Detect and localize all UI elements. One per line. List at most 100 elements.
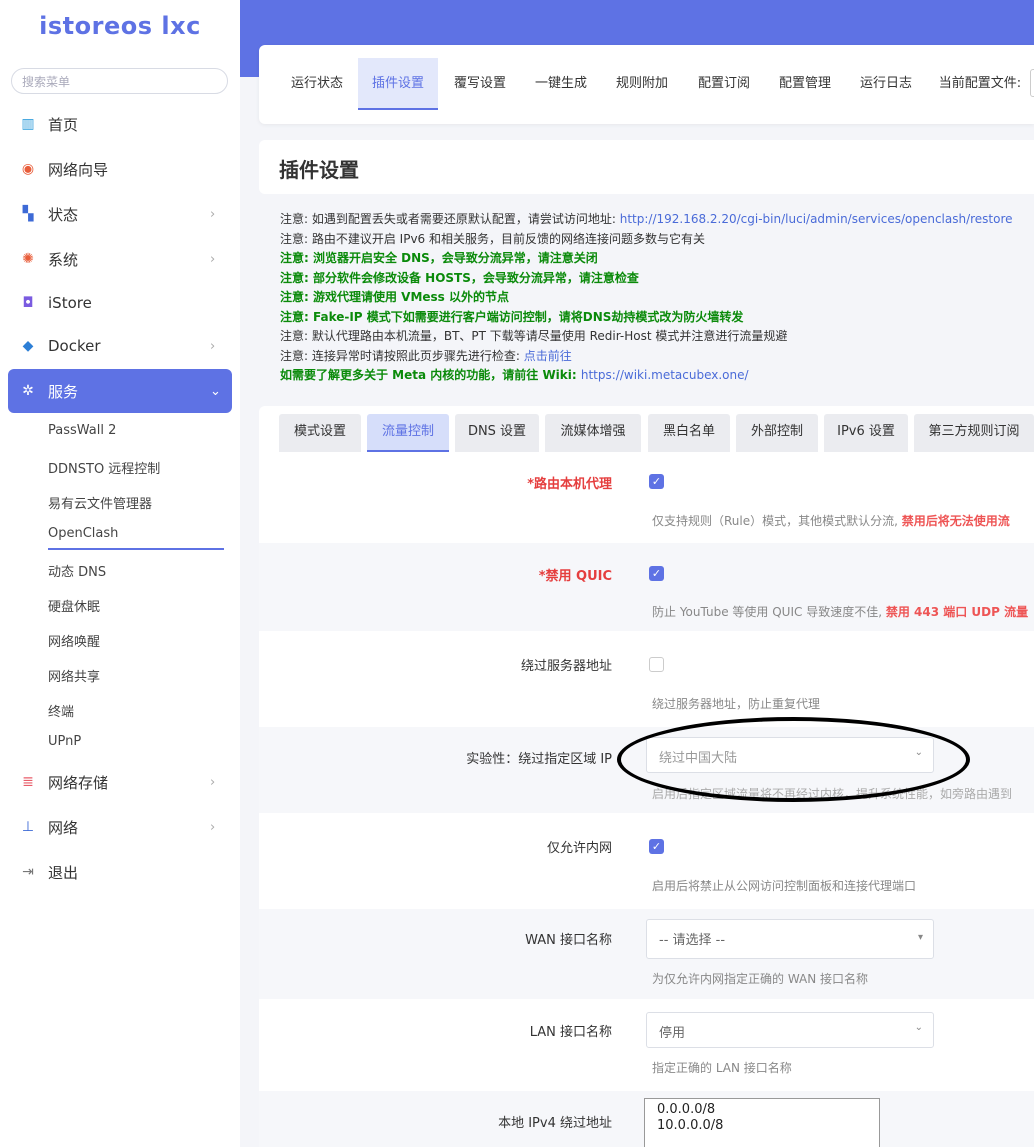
tab-streaming[interactable]: 流媒体增强 <box>545 414 641 452</box>
lan-interface-label: LAN 接口名称 <box>529 1025 612 1040</box>
sidebar-item-network-wizard[interactable]: ◉ 网络向导 <box>8 147 232 191</box>
bypass-region-select[interactable]: 绕过中国大陆 ⌄ <box>646 737 934 773</box>
caret-down-icon: ▾ <box>917 932 923 943</box>
sidebar-item-home[interactable]: ▥ 首页 <box>8 102 232 146</box>
setting-wan-interface: WAN 接口名称 -- 请选择 -- ▾ 为仅允许内网指定正确的 WAN 接口名称 <box>259 909 1034 999</box>
tab-override-settings[interactable]: 覆写设置 <box>440 58 520 110</box>
settings-subtabs: 模式设置 流量控制 DNS 设置 流媒体增强 黑白名单 外部控制 IPv6 设置… <box>259 406 1034 453</box>
menu-search-input[interactable]: 搜索菜单 <box>11 68 228 94</box>
restore-link[interactable]: http://192.168.2.20/cgi-bin/luci/admin/s… <box>620 212 1013 226</box>
config-file-select[interactable] <box>1030 69 1034 97</box>
grid-icon: ▚ <box>22 206 34 222</box>
notice-hosts: 注意: 部分软件会修改设备 HOSTS，会导致分流异常，请注意检查 <box>280 270 639 285</box>
sidebar-item-services[interactable]: ✲ 服务 ⌄ <box>8 369 232 413</box>
tab-run-log[interactable]: 运行日志 <box>846 58 926 110</box>
lan-interface-select[interactable]: 停用 ⌄ <box>646 1012 934 1048</box>
services-icon: ✲ <box>22 383 34 399</box>
route-local-checkbox[interactable]: ✓ <box>649 474 664 489</box>
tab-black-white-list[interactable]: 黑白名单 <box>648 414 730 452</box>
sidebar-item-logout[interactable]: ⇥ 退出 <box>8 850 232 894</box>
sidebar-item-label: 服务 <box>48 382 79 401</box>
wan-interface-label: WAN 接口名称 <box>525 933 612 948</box>
app-logo[interactable]: istoreos lxc <box>0 12 240 40</box>
sidebar-item-nas[interactable]: ≣ 网络存储 › <box>8 760 232 804</box>
wan-interface-help: 为仅允许内网指定正确的 WAN 接口名称 <box>652 972 869 986</box>
setting-ipv4-bypass: 本地 IPv4 绕过地址 0.0.0.0/8 10.0.0.0/8 <box>259 1091 1034 1147</box>
tab-external-control[interactable]: 外部控制 <box>736 414 818 452</box>
notice-game-proxy: 注意: 游戏代理请使用 VMess 以外的节点 <box>280 290 509 304</box>
chevron-right-icon: › <box>210 819 216 835</box>
tab-running-status[interactable]: 运行状态 <box>277 58 357 110</box>
tab-third-party-rules[interactable]: 第三方规则订阅 <box>914 414 1034 452</box>
lan-only-checkbox[interactable]: ✓ <box>649 839 664 854</box>
chevron-down-icon: ⌄ <box>914 1022 923 1033</box>
wiki-link[interactable]: https://wiki.metacubex.one/ <box>581 368 749 382</box>
current-config-label: 当前配置文件: <box>938 76 1022 91</box>
sidebar-item-label: 网络向导 <box>48 160 109 179</box>
dashboard-icon: ▥ <box>21 116 35 132</box>
submenu-item-linkease[interactable]: 易有云文件管理器 <box>48 493 152 512</box>
disable-quic-checkbox[interactable]: ✓ <box>649 566 664 581</box>
notice-troubleshoot: 注意: 连接异常时请按照此页步骤先进行检查: 点击前往 <box>280 348 572 363</box>
chevron-right-icon: › <box>210 206 216 222</box>
sidebar-item-istore[interactable]: ◘ iStore <box>8 281 232 325</box>
notice-list: 注意: 如遇到配置丢失或者需要还原默认配置，请尝试访问地址: http://19… <box>280 210 1034 386</box>
sidebar-item-system[interactable]: ✺ 系统 › <box>8 237 232 281</box>
sidebar-item-label: iStore <box>48 294 92 312</box>
sidebar-item-label: 退出 <box>48 863 79 882</box>
sidebar-item-docker[interactable]: ◆ Docker › <box>8 324 232 368</box>
chevron-down-icon: ⌄ <box>914 747 923 758</box>
tab-config-manage[interactable]: 配置管理 <box>765 58 845 110</box>
bypass-region-help: 启用后指定区域流量将不再经过内核，提升系统性能，如旁路由遇到 <box>652 787 1013 801</box>
submenu-item-samba[interactable]: 网络共享 <box>48 666 100 685</box>
chevron-down-icon: ⌄ <box>210 383 221 399</box>
submenu-item-terminal[interactable]: 终端 <box>48 701 74 720</box>
sidebar-item-label: 状态 <box>48 205 79 224</box>
sidebar-item-label: 网络 <box>48 818 79 837</box>
chevron-right-icon: › <box>210 251 216 267</box>
sidebar-item-network[interactable]: ⊥ 网络 › <box>8 805 232 849</box>
lan-interface-help: 指定正确的 LAN 接口名称 <box>652 1061 792 1075</box>
chevron-right-icon: › <box>210 774 216 790</box>
route-local-label: *路由本机代理 <box>527 477 612 492</box>
submenu-item-disk-sleep[interactable]: 硬盘休眠 <box>48 596 100 615</box>
disable-quic-help: 防止 YouTube 等使用 QUIC 导致速度不佳, 禁用 443 端口 UD… <box>652 605 1029 619</box>
plugin-tabs: 运行状态 插件设置 覆写设置 一键生成 规则附加 配置订阅 配置管理 运行日志 … <box>259 45 1034 124</box>
sidebar-item-label: 首页 <box>48 115 79 134</box>
submenu-item-ddnsto[interactable]: DDNSTO 远程控制 <box>48 458 160 477</box>
tab-rule-append[interactable]: 规则附加 <box>602 58 682 110</box>
wan-interface-select[interactable]: -- 请选择 -- ▾ <box>646 919 934 959</box>
compass-icon: ◉ <box>21 161 35 177</box>
network-icon: ⊥ <box>21 819 35 835</box>
tab-ipv6-settings[interactable]: IPv6 设置 <box>824 414 908 452</box>
page-title-card: 插件设置 <box>259 140 1034 194</box>
notice-ipv6: 注意: 路由不建议开启 IPv6 和相关服务，目前反馈的网络连接问题多数与它有关 <box>280 231 706 246</box>
chevron-right-icon: › <box>210 338 216 354</box>
troubleshoot-link[interactable]: 点击前往 <box>524 349 572 363</box>
submenu-item-wol[interactable]: 网络唤醒 <box>48 631 100 650</box>
tab-plugin-settings[interactable]: 插件设置 <box>358 58 438 110</box>
lan-only-help: 启用后将禁止从公网访问控制面板和连接代理端口 <box>652 879 917 893</box>
tab-one-click-generate[interactable]: 一键生成 <box>521 58 601 110</box>
notice-fake-ip: 注意: Fake-IP 模式下如需要进行客户端访问控制，请将DNS劫持模式改为防… <box>280 309 744 324</box>
submenu-item-openclash[interactable]: OpenClash <box>48 526 118 541</box>
bypass-server-help: 绕过服务器地址，防止重复代理 <box>652 697 821 711</box>
ipv4-bypass-textarea[interactable]: 0.0.0.0/8 10.0.0.0/8 <box>644 1098 880 1147</box>
sidebar-item-label: 系统 <box>48 250 79 269</box>
sidebar-item-label: 网络存储 <box>48 773 109 792</box>
store-icon: ◘ <box>22 295 34 311</box>
bypass-server-checkbox[interactable] <box>649 657 664 672</box>
gear-icon: ✺ <box>22 251 34 267</box>
logout-icon: ⇥ <box>22 864 34 880</box>
tab-traffic-control[interactable]: 流量控制 <box>367 414 449 452</box>
tab-dns-settings[interactable]: DNS 设置 <box>455 414 539 452</box>
tab-config-subscribe[interactable]: 配置订阅 <box>684 58 764 110</box>
traffic-control-form: *路由本机代理 ✓ 仅支持规则（Rule）模式，其他模式默认分流, 禁用后将无法… <box>259 453 1034 1147</box>
sidebar-item-status[interactable]: ▚ 状态 › <box>8 192 232 236</box>
sidebar-item-label: Docker <box>48 337 101 355</box>
notice-wiki: 如需要了解更多关于 Meta 内核的功能，请前往 Wiki: https://w… <box>280 368 749 382</box>
tab-mode-settings[interactable]: 模式设置 <box>279 414 361 452</box>
submenu-item-passwall2[interactable]: PassWall 2 <box>48 423 116 438</box>
submenu-item-ddns[interactable]: 动态 DNS <box>48 561 106 580</box>
submenu-item-upnp[interactable]: UPnP <box>48 734 81 749</box>
